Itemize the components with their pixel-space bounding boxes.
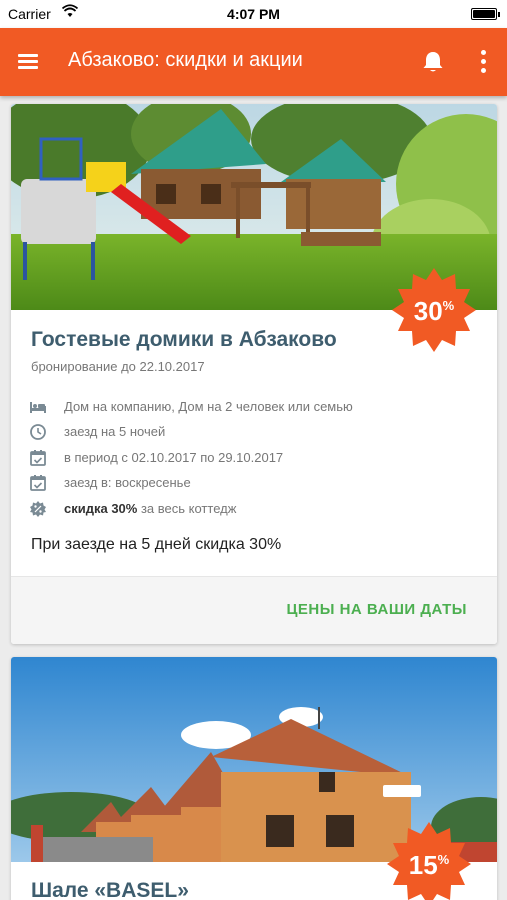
info-text: заезд на 5 ночей [64, 424, 166, 439]
bed-icon [30, 402, 46, 413]
info-row-nights: заезд на 5 ночей [29, 422, 489, 442]
status-bar: Carrier 4:07 PM [0, 0, 507, 28]
discount-badge: 15% [387, 822, 471, 900]
info-bold-text: скидка 30% [64, 501, 138, 516]
info-text: в период с 02.10.2017 по 29.10.2017 [64, 450, 284, 465]
info-row-discount: скидка 30% за весь коттедж [29, 499, 489, 519]
discount-unit: % [442, 298, 455, 313]
info-row-checkin-day: заезд в: воскресенье [29, 473, 489, 493]
discount-value: 15 [408, 850, 438, 880]
discount-badge: 30% [392, 268, 476, 352]
discount-badge-icon [30, 501, 46, 517]
bell-icon[interactable] [419, 48, 447, 76]
info-text: за весь коттедж [137, 501, 237, 516]
booking-deadline: бронирование до 22.10.2017 [31, 359, 205, 374]
offer-description: При заезде на 5 дней скидка 30% [31, 536, 282, 553]
hamburger-menu-icon[interactable] [14, 48, 42, 76]
info-text: Дом на компанию, Дом на 2 человек или се… [64, 399, 353, 414]
app-bar: Абзаково: скидки и акции [0, 28, 507, 96]
page-title: Абзаково: скидки и акции [68, 49, 303, 71]
offer-title[interactable]: Шале «BASEL» [31, 879, 189, 900]
discount-unit: % [437, 852, 450, 867]
more-options-icon[interactable] [473, 48, 493, 76]
info-row-accommodation: Дом на компанию, Дом на 2 человек или се… [29, 397, 489, 417]
offer-card[interactable]: 15% Шале «BASEL» [11, 657, 497, 900]
battery-icon [471, 8, 500, 20]
info-row-period: в период с 02.10.2017 по 29.10.2017 [29, 448, 489, 468]
discount-value: 30 [413, 296, 443, 326]
calendar-check-icon [30, 475, 46, 491]
info-text: заезд в: воскресенье [64, 475, 191, 490]
offer-card[interactable]: 30% Гостевые домики в Абзаково бронирова… [11, 104, 497, 644]
offer-title[interactable]: Гостевые домики в Абзаково [31, 328, 337, 352]
clock-time: 4:07 PM [227, 6, 280, 22]
prices-for-dates-button[interactable]: ЦЕНЫ НА ВАШИ ДАТЫ [286, 601, 467, 618]
calendar-check-icon [30, 450, 46, 466]
card-footer: ЦЕНЫ НА ВАШИ ДАТЫ [11, 577, 497, 644]
clock-icon [30, 424, 46, 440]
